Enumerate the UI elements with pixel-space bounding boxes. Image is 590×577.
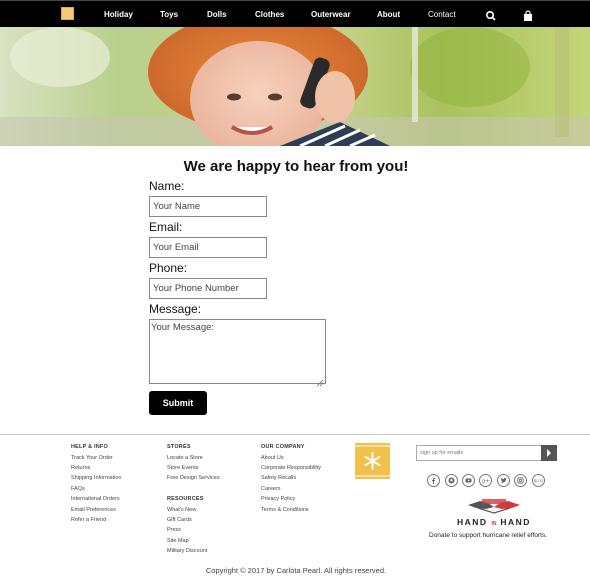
footer-link[interactable]: Email Preferences xyxy=(71,507,116,513)
footer-link[interactable]: Shipping Information xyxy=(71,475,121,481)
name-input[interactable] xyxy=(149,196,267,217)
email-submit-button[interactable] xyxy=(541,445,557,461)
footer-heading-stores: STORES xyxy=(167,444,191,450)
footer-link[interactable]: Store Events xyxy=(167,465,199,471)
facebook-icon[interactable] xyxy=(427,474,440,487)
top-nav-bar: Holiday Toys Dolls Clothes Outerwear Abo… xyxy=(0,0,590,27)
hero-image xyxy=(0,27,590,146)
footer-link[interactable]: Free Design Services xyxy=(167,475,220,481)
nav-item-clothes[interactable]: Clothes xyxy=(255,10,284,19)
twitter-icon[interactable] xyxy=(497,474,510,487)
footer-link[interactable]: Site Map xyxy=(167,538,189,544)
footer-divider xyxy=(0,434,590,435)
phone-label: Phone: xyxy=(149,261,188,275)
footer-link[interactable]: International Orders xyxy=(71,496,120,502)
name-label: Name: xyxy=(149,179,185,193)
footer-link[interactable]: Terms & Conditions xyxy=(261,507,309,513)
footer-link[interactable]: Locate a Store xyxy=(167,455,203,461)
footer-heading-company: OUR COMPANY xyxy=(261,444,305,450)
footer-link[interactable]: Returns xyxy=(71,465,90,471)
footer-link[interactable]: Safety Recalls xyxy=(261,475,296,481)
instagram-icon[interactable] xyxy=(514,474,527,487)
footer-link[interactable]: Track Your Order xyxy=(71,455,113,461)
footer-brand-logo[interactable] xyxy=(355,443,390,479)
footer-link[interactable]: Refer a Friend xyxy=(71,517,106,523)
nav-item-dolls[interactable]: Dolls xyxy=(207,10,227,19)
search-icon[interactable] xyxy=(485,9,497,21)
submit-button[interactable]: Submit xyxy=(149,391,207,415)
footer-link[interactable]: Corporate Responsibility xyxy=(261,465,321,471)
nav-item-holiday[interactable]: Holiday xyxy=(104,10,133,19)
footer-link[interactable]: Careers xyxy=(261,486,281,492)
footer-link[interactable]: Gift Cards xyxy=(167,517,192,523)
arrow-right-icon xyxy=(547,449,551,457)
copyright-text: Copyright © 2017 by Carlota Pearl. All r… xyxy=(205,566,387,575)
blog-icon[interactable]: BLOG xyxy=(532,474,545,487)
footer-link[interactable]: What's New xyxy=(167,507,196,513)
email-signup-input[interactable] xyxy=(416,445,542,461)
phone-input[interactable] xyxy=(149,278,267,299)
footer-link[interactable]: Press xyxy=(167,527,181,533)
nav-item-outerwear[interactable]: Outerwear xyxy=(311,10,351,19)
nav-item-toys[interactable]: Toys xyxy=(160,10,178,19)
donate-text[interactable]: Donate to support hurricane relief effor… xyxy=(429,532,547,539)
nav-item-about[interactable]: About xyxy=(377,10,400,19)
shopping-bag-icon[interactable] xyxy=(522,9,534,21)
nav-item-contact[interactable]: Contact xyxy=(428,10,456,19)
footer-heading-resources: RESOURCES xyxy=(167,496,204,502)
message-textarea[interactable] xyxy=(149,319,326,384)
google-plus-icon[interactable]: g+ xyxy=(479,474,492,487)
email-label: Email: xyxy=(149,220,183,234)
email-input[interactable] xyxy=(149,237,267,258)
footer-link[interactable]: FAQs xyxy=(71,486,85,492)
form-title: We are happy to hear from you! xyxy=(183,158,409,175)
message-label: Message: xyxy=(149,302,202,316)
svg-text:BLOG: BLOG xyxy=(534,479,543,483)
resize-grip-icon[interactable] xyxy=(316,374,324,387)
pinterest-icon[interactable] xyxy=(445,474,458,487)
hand-in-hand-logo[interactable] xyxy=(466,497,522,515)
footer-heading-help: HELP & INFO xyxy=(71,444,108,450)
hand-in-hand-wordmark: HAND IN HAND xyxy=(457,517,531,527)
footer-link[interactable]: Privacy Policy xyxy=(261,496,295,502)
footer-link[interactable]: Military Discount xyxy=(167,548,207,554)
brand-logo[interactable] xyxy=(61,7,74,20)
svg-text:g+: g+ xyxy=(482,479,489,485)
youtube-icon[interactable] xyxy=(462,474,475,487)
footer-link[interactable]: About Us xyxy=(261,455,284,461)
